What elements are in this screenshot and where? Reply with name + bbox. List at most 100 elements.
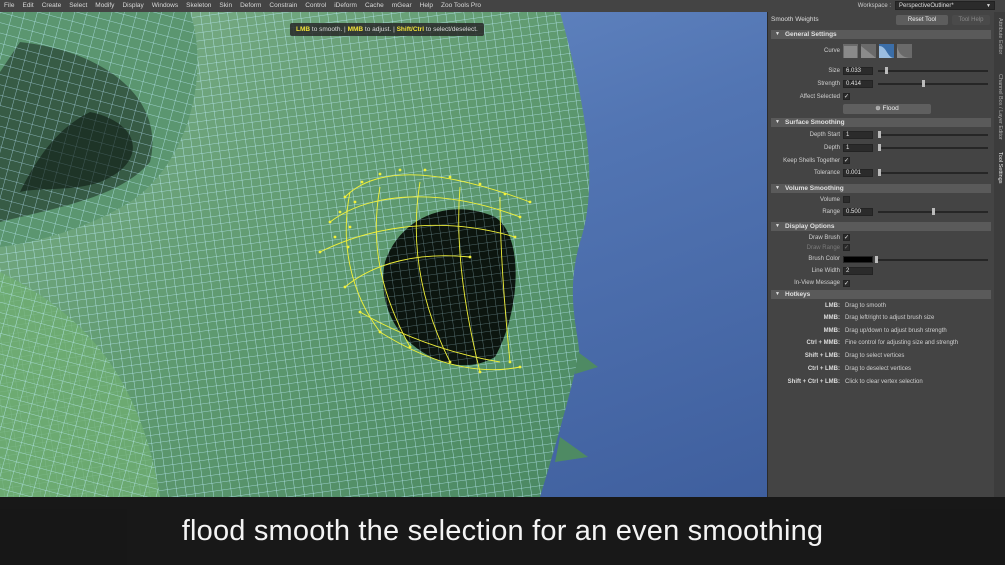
curve-linear-button[interactable] xyxy=(861,44,876,58)
chevron-down-icon: ▼ xyxy=(986,3,991,9)
surface-smoothing-header[interactable]: ▼ Surface Smoothing xyxy=(771,118,991,127)
tab-tool-settings[interactable]: Tool Settings xyxy=(995,152,1004,184)
draw-brush-checkbox[interactable]: ✓ xyxy=(843,234,850,241)
collapse-triangle-icon: ▼ xyxy=(775,185,780,191)
depth-slider-handle[interactable] xyxy=(878,144,881,151)
depth-field[interactable]: 1 xyxy=(843,144,873,152)
hotkey-key: Shift + Ctrl + LMB: xyxy=(787,379,840,385)
brush-color-swatch[interactable] xyxy=(843,256,873,263)
menu-windows[interactable]: Windows xyxy=(148,0,182,12)
hotkey-description: Drag to select vertices xyxy=(845,353,905,359)
menu-zoo-tools-pro[interactable]: Zoo Tools Pro xyxy=(437,0,485,12)
menu-edit[interactable]: Edit xyxy=(18,0,37,12)
volume-label: Volume xyxy=(819,197,840,203)
shift-ctrl-key: Shift/Ctrl xyxy=(396,26,425,33)
menu-file[interactable]: File xyxy=(0,0,18,12)
menu-skin[interactable]: Skin xyxy=(215,0,236,12)
menu-help[interactable]: Help xyxy=(416,0,437,12)
display-options-header[interactable]: ▼ Display Options xyxy=(771,222,991,231)
hotkey-key: MMB: xyxy=(823,315,840,321)
curve-flat-button[interactable] xyxy=(843,44,858,58)
draw-range-checkbox[interactable]: ✓ xyxy=(843,244,850,251)
depth-slider[interactable] xyxy=(878,144,988,151)
size-slider-handle[interactable] xyxy=(885,67,889,74)
hotkey-description: Fine control for adjusting size and stre… xyxy=(845,340,959,346)
size-slider[interactable] xyxy=(878,67,988,74)
menu-modify[interactable]: Modify xyxy=(91,0,118,12)
curve-sharp-button[interactable] xyxy=(897,44,912,58)
menu-skeleton[interactable]: Skeleton xyxy=(182,0,215,12)
in-view-message-label: In-View Message xyxy=(794,280,840,286)
reset-tool-button[interactable]: Reset Tool xyxy=(896,15,948,25)
menu-ideform[interactable]: iDeform xyxy=(330,0,361,12)
volume-smoothing-title: Volume Smoothing xyxy=(785,185,844,192)
tab-attribute-editor[interactable]: Attribute Editor xyxy=(995,18,1004,54)
curve-smooth-button[interactable] xyxy=(879,44,894,58)
workspace-selector: Workspace : PerspectiveOutliner* ▼ xyxy=(858,1,995,10)
menu-deform[interactable]: Deform xyxy=(236,0,265,12)
brush-color-slider[interactable] xyxy=(875,256,988,263)
menu-display[interactable]: Display xyxy=(118,0,147,12)
hotkey-description: Drag left/right to adjust brush size xyxy=(845,315,935,321)
keep-shells-checkbox[interactable]: ✓ xyxy=(843,157,850,164)
tolerance-field[interactable]: 0.001 xyxy=(843,169,873,177)
tool-settings-panel: Smooth Weights Reset Tool Tool Help ▼ Gen… xyxy=(768,12,994,497)
draw-range-label: Draw Range xyxy=(806,245,840,251)
depth-start-slider[interactable] xyxy=(878,131,988,138)
mesh-render xyxy=(0,12,598,497)
range-slider[interactable] xyxy=(878,208,988,215)
main-menu-bar: File Edit Create Select Modify Display W… xyxy=(0,0,1005,12)
menu-control[interactable]: Control xyxy=(301,0,330,12)
collapse-triangle-icon: ▼ xyxy=(775,223,780,229)
volume-smoothing-header[interactable]: ▼ Volume Smoothing xyxy=(771,184,991,193)
menu-cache[interactable]: Cache xyxy=(361,0,388,12)
depth-start-slider-handle[interactable] xyxy=(878,131,881,138)
volume-checkbox[interactable] xyxy=(843,196,850,203)
draw-brush-label: Draw Brush xyxy=(808,235,840,241)
depth-start-field[interactable]: 1 xyxy=(843,131,873,139)
tolerance-slider[interactable] xyxy=(878,169,988,176)
3d-viewport[interactable]: LMB to smooth. | MMB to adjust. | Shift/… xyxy=(0,12,768,497)
hotkeys-title: Hotkeys xyxy=(785,291,811,298)
size-field[interactable]: 6.033 xyxy=(843,67,873,75)
flood-button[interactable]: ⊕ Flood xyxy=(843,104,931,114)
strength-slider[interactable] xyxy=(878,80,988,87)
general-settings-header[interactable]: ▼ General Settings xyxy=(771,30,991,39)
strength-slider-handle[interactable] xyxy=(921,80,925,87)
mmb-key: MMB xyxy=(347,26,364,33)
size-label: Size xyxy=(828,68,840,74)
tolerance-slider-handle[interactable] xyxy=(878,169,881,176)
menu-select[interactable]: Select xyxy=(65,0,91,12)
menu-mgear[interactable]: mGear xyxy=(388,0,416,12)
caption-bar: flood smooth the selection for an even s… xyxy=(0,497,1005,565)
tool-help-button[interactable]: Tool Help xyxy=(952,15,990,25)
menu-create[interactable]: Create xyxy=(38,0,66,12)
side-tab-strip: Attribute Editor Channel Box / Layer Edi… xyxy=(994,12,1005,497)
hotkey-description: Drag to smooth xyxy=(845,303,887,309)
range-field[interactable]: 0.500 xyxy=(843,208,873,216)
hotkeys-header[interactable]: ▼ Hotkeys xyxy=(771,290,991,299)
display-options-title: Display Options xyxy=(785,223,835,230)
hotkey-key: Shift + LMB: xyxy=(804,353,840,359)
in-view-message-checkbox[interactable]: ✓ xyxy=(843,280,850,287)
strength-field[interactable]: 0.414 xyxy=(843,80,873,88)
collapse-triangle-icon: ▼ xyxy=(775,291,780,297)
brush-color-slider-handle[interactable] xyxy=(875,256,878,263)
flat-curve-icon xyxy=(844,46,857,58)
collapse-triangle-icon: ▼ xyxy=(775,31,780,37)
range-label: Range xyxy=(822,209,840,215)
affect-selected-checkbox[interactable]: ✓ xyxy=(843,93,850,100)
line-width-field[interactable]: 2 xyxy=(843,267,873,275)
tab-channel-box[interactable]: Channel Box / Layer Editor xyxy=(995,74,1004,140)
hotkey-key: Ctrl + MMB: xyxy=(806,340,841,346)
video-caption: flood smooth the selection for an even s… xyxy=(181,514,824,547)
range-slider-handle[interactable] xyxy=(931,208,935,215)
keep-shells-label: Keep Shells Together xyxy=(783,158,840,164)
strength-label: Strength xyxy=(817,81,840,87)
panel-header: Smooth Weights Reset Tool Tool Help xyxy=(768,12,994,26)
panel-title: Smooth Weights xyxy=(771,15,819,23)
workspace-dropdown[interactable]: PerspectiveOutliner* ▼ xyxy=(895,1,995,10)
collapse-triangle-icon: ▼ xyxy=(775,119,780,125)
in-view-message: LMB to smooth. | MMB to adjust. | Shift/… xyxy=(290,23,484,36)
menu-constrain[interactable]: Constrain xyxy=(265,0,301,12)
